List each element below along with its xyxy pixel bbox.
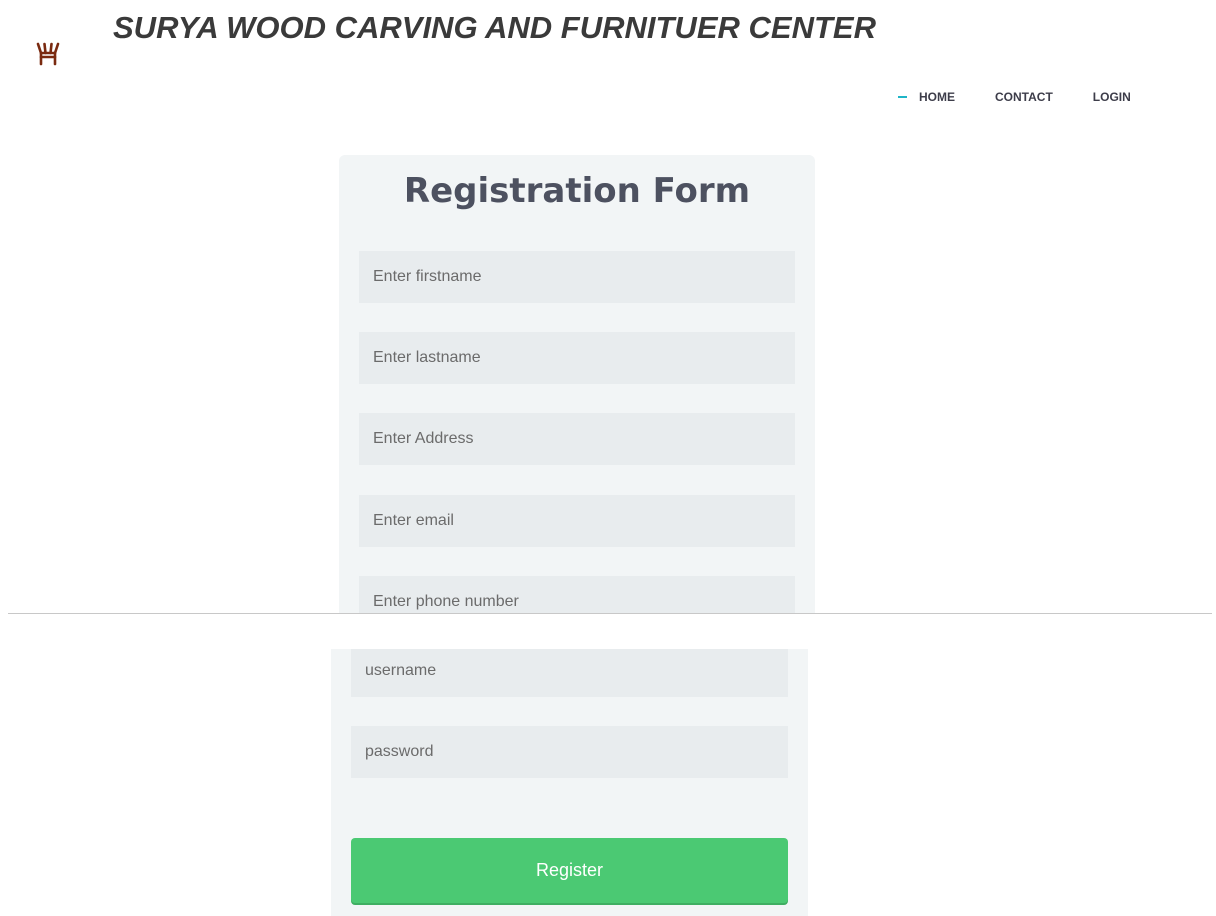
nav-home[interactable]: HOME [898,89,955,105]
lastname-input[interactable] [359,332,795,384]
registration-form-top: Registration Form [339,155,815,614]
carved-chair-logo-icon[interactable] [12,24,84,82]
password-input[interactable] [351,726,788,778]
nav-login[interactable]: LOGIN [1093,89,1131,105]
site-title: SURYA WOOD CARVING AND FURNITUER CENTER [113,10,876,45]
form-title: Registration Form [403,171,751,211]
username-input[interactable] [351,649,788,697]
registration-page: SURYA WOOD CARVING AND FURNITUER CENTER … [0,0,1216,916]
email-input[interactable] [359,495,795,547]
main-nav: HOME CONTACT LOGIN [898,89,1131,105]
scroll-seam-divider [8,613,1212,614]
address-input[interactable] [359,413,795,465]
nav-login-label: LOGIN [1092,90,1131,104]
firstname-input[interactable] [359,251,795,303]
nav-home-label: HOME [919,90,955,104]
active-nav-marker [898,96,907,98]
phone-input[interactable] [359,576,795,614]
nav-contact[interactable]: CONTACT [995,89,1053,105]
register-button[interactable]: Register [351,838,788,903]
registration-form-bottom: Register [331,649,808,916]
nav-contact-label: CONTACT [995,90,1053,104]
